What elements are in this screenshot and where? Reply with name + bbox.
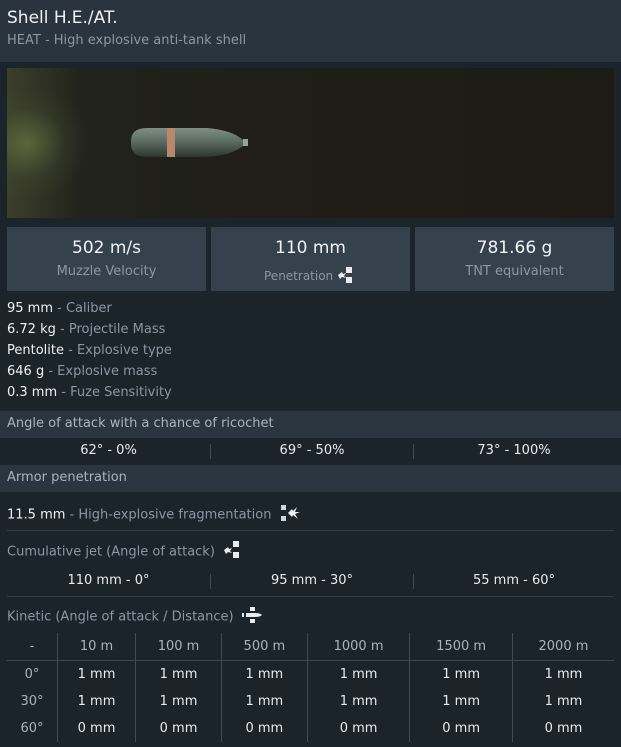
stat-muzzle-velocity: 502 m/s Muzzle Velocity — [7, 227, 206, 291]
property-label: Caliber — [65, 301, 112, 316]
property-value: 6.72 kg — [7, 322, 56, 337]
ricochet-title: Angle of attack with a chance of ricoche… — [7, 416, 274, 431]
kinetic-angle-cell: 60° — [20, 721, 44, 736]
shell-subtitle: HEAT - High explosive anti-tank shell — [7, 33, 247, 48]
kinetic-header-cell: 2000 m — [511, 633, 614, 661]
kinetic-cell: 1 mm — [409, 660, 513, 688]
kinetic-header-row: - 10 m 100 m 500 m 1000 m 1500 m 2000 m — [7, 633, 614, 661]
fragmentation-row: 11.5 mm - High-explosive fragmentation — [7, 503, 302, 527]
divider — [7, 596, 614, 597]
jet-row: 110 mm - 0° 95 mm - 30° 55 mm - 60° — [7, 569, 614, 593]
shell-projectile-icon — [131, 128, 248, 157]
property-projectile-mass: 6.72 kg - Projectile Mass — [7, 322, 166, 337]
kinetic-cell: 0 mm — [306, 715, 410, 742]
fragmentation-label: High-explosive fragmentation — [78, 507, 272, 523]
fragmentation-value: 11.5 mm — [7, 507, 66, 523]
kinetic-header-cell: 100 m — [135, 633, 222, 661]
cumulative-jet-icon — [222, 540, 244, 564]
jet-cell: 55 mm - 60° — [472, 573, 556, 588]
property-value: Pentolite — [7, 343, 64, 358]
kinetic-header-cell: 1500 m — [409, 633, 513, 661]
jet-title: Cumulative jet (Angle of attack) — [7, 544, 215, 560]
armor-section-header: Armor penetration — [0, 465, 621, 492]
penetration-impact-icon — [337, 266, 357, 287]
kinetic-cell: 0 mm — [409, 715, 513, 742]
divider — [7, 530, 614, 531]
jet-angle: 0° — [134, 573, 150, 588]
stat-label: Muzzle Velocity — [56, 264, 157, 279]
jet-value: 110 mm — [67, 573, 122, 588]
stat-tnt-equivalent: 781.66 g TNT equivalent — [415, 227, 614, 291]
shell-title: Shell H.E./AT. — [7, 8, 118, 28]
ricochet-row: 62° - 0% 69° - 50% 73° - 100% — [7, 439, 614, 463]
kinetic-header-cell: 1000 m — [306, 633, 410, 661]
property-label: Explosive type — [76, 343, 172, 358]
fragmentation-burst-icon — [280, 503, 302, 527]
property-label: Projectile Mass — [68, 322, 166, 337]
stat-label: TNT equivalent — [465, 264, 564, 279]
kinetic-cell: 1 mm — [511, 660, 614, 688]
property-fuze-sensitivity: 0.3 mm - Fuze Sensitivity — [7, 385, 172, 400]
property-label: Explosive mass — [57, 364, 158, 379]
kinetic-header-cell: 500 m — [220, 633, 308, 661]
property-explosive-mass: 646 g - Explosive mass — [7, 364, 158, 379]
stat-value: 502 m/s — [72, 238, 141, 258]
table-row: 30° 1 mm 1 mm 1 mm 1 mm 1 mm 1 mm — [7, 688, 614, 715]
armor-title: Armor penetration — [7, 470, 127, 485]
kinetic-cell: 1 mm — [135, 688, 222, 715]
kinetic-shell-icon — [241, 606, 263, 628]
kinetic-cell: 0 mm — [135, 715, 222, 742]
jet-cell: 95 mm - 30° — [270, 573, 354, 588]
kinetic-cell: 0 mm — [511, 715, 614, 742]
kinetic-title-row: Kinetic (Angle of attack / Distance) — [7, 606, 263, 628]
stat-label-row: Penetration — [211, 266, 410, 287]
ricochet-cell: 62° - 0% — [80, 443, 137, 458]
kinetic-table: - 10 m 100 m 500 m 1000 m 1500 m 2000 m … — [7, 633, 614, 742]
kinetic-cell: 1 mm — [56, 660, 136, 688]
stat-label: Penetration — [264, 269, 334, 283]
ricochet-section-header: Angle of attack with a chance of ricoche… — [0, 411, 621, 438]
stat-value: 781.66 g — [476, 238, 553, 258]
jet-angle: 60° — [531, 573, 556, 588]
shell-preview — [7, 68, 614, 218]
stat-value: 110 mm — [275, 238, 346, 258]
jet-title-row: Cumulative jet (Angle of attack) — [7, 540, 244, 564]
stat-penetration: 110 mm Penetration — [211, 227, 410, 291]
table-row: 0° 1 mm 1 mm 1 mm 1 mm 1 mm 1 mm — [7, 660, 614, 688]
property-value: 95 mm — [7, 301, 54, 316]
kinetic-cell: 1 mm — [56, 688, 136, 715]
kinetic-title: Kinetic (Angle of attack / Distance) — [7, 609, 234, 625]
kinetic-cell: 1 mm — [511, 688, 614, 715]
kinetic-angle-cell: 0° — [24, 667, 40, 682]
kinetic-cell: 1 mm — [306, 688, 410, 715]
kinetic-cell: 1 mm — [220, 660, 308, 688]
kinetic-cell: 1 mm — [306, 660, 410, 688]
kinetic-cell: 1 mm — [135, 660, 222, 688]
property-caliber: 95 mm - Caliber — [7, 301, 112, 316]
kinetic-cell: 0 mm — [220, 715, 308, 742]
jet-cell: 110 mm - 0° — [67, 573, 150, 588]
kinetic-cell: 1 mm — [409, 688, 513, 715]
property-value: 0.3 mm — [7, 385, 58, 400]
property-value: 646 g — [7, 364, 45, 379]
jet-angle: 30° — [329, 573, 354, 588]
header: Shell H.E./AT. HEAT - High explosive ant… — [0, 0, 621, 62]
table-row: 60° 0 mm 0 mm 0 mm 0 mm 0 mm 0 mm — [7, 715, 614, 742]
ricochet-cell: 69° - 50% — [279, 443, 345, 458]
jet-value: 55 mm — [472, 573, 519, 588]
kinetic-header-cell: - — [7, 633, 58, 661]
jet-value: 95 mm — [270, 573, 317, 588]
kinetic-header-cell: 10 m — [56, 633, 136, 661]
property-explosive-type: Pentolite - Explosive type — [7, 343, 172, 358]
kinetic-angle-cell: 30° — [20, 694, 44, 709]
kinetic-cell: 1 mm — [220, 688, 308, 715]
property-label: Fuze Sensitivity — [70, 385, 172, 400]
ricochet-cell: 73° - 100% — [477, 443, 551, 458]
kinetic-cell: 0 mm — [56, 715, 136, 742]
